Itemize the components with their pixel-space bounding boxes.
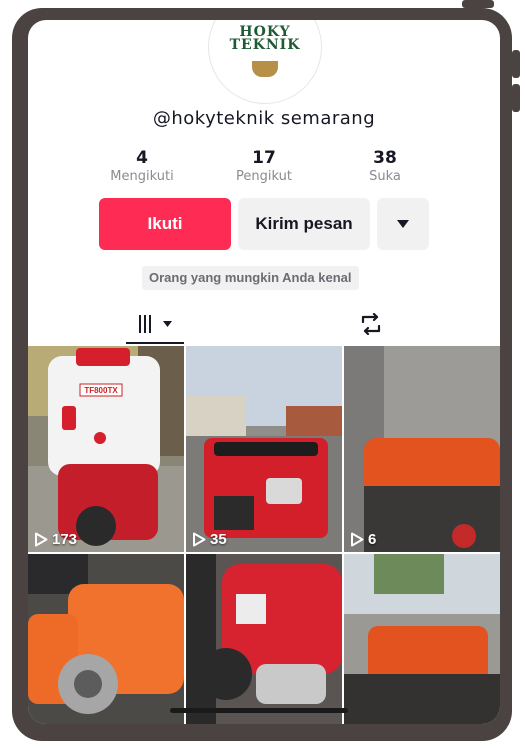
- suggested-accounts-label[interactable]: Orang yang mungkin Anda kenal: [142, 266, 359, 290]
- stat-followers[interactable]: 17 Pengikut: [214, 148, 314, 184]
- username: @hokyteknik semarang: [152, 108, 376, 129]
- power-button: [512, 50, 520, 78]
- chevron-down-icon: [397, 220, 409, 228]
- play-icon: [35, 532, 48, 547]
- video-grid: TF800TX 173 35 6: [28, 346, 500, 724]
- more-options-button[interactable]: [377, 198, 429, 250]
- video-tile[interactable]: [28, 554, 184, 724]
- message-button[interactable]: Kirim pesan: [238, 198, 370, 250]
- view-count: 173: [34, 531, 77, 548]
- tab-videos[interactable]: [126, 306, 184, 344]
- avatar[interactable]: HOKY TEKNIK: [208, 20, 322, 104]
- stat-following-value: 4: [136, 148, 148, 168]
- home-indicator[interactable]: [170, 708, 348, 713]
- view-count-value: 173: [52, 531, 78, 548]
- video-thumbnail: [344, 346, 500, 552]
- play-icon: [351, 532, 364, 547]
- video-tile[interactable]: [186, 554, 342, 724]
- top-button: [462, 0, 494, 8]
- tab-reposts[interactable]: [346, 306, 396, 342]
- video-tile[interactable]: 35: [186, 346, 342, 552]
- view-count: 35: [192, 531, 227, 548]
- stat-followers-label: Pengikut: [236, 169, 292, 184]
- stat-likes: 38 Suka: [335, 148, 435, 184]
- grid-icon: [139, 315, 151, 333]
- repost-icon: [361, 313, 381, 335]
- view-count-value: 6: [368, 531, 377, 548]
- stat-following-label: Mengikuti: [110, 169, 174, 184]
- stat-likes-label: Suka: [369, 169, 401, 184]
- product-label: TF800TX: [84, 386, 118, 395]
- profile-screen: HOKY TEKNIK @hokyteknik semarang 4 Mengi…: [28, 20, 500, 724]
- play-icon: [193, 532, 206, 547]
- video-tile[interactable]: [344, 554, 500, 724]
- video-tile[interactable]: TF800TX 173: [28, 346, 184, 552]
- video-tile[interactable]: 6: [344, 346, 500, 552]
- brand-logo-line2: TEKNIK: [229, 37, 301, 53]
- stat-likes-value: 38: [373, 148, 397, 168]
- video-thumbnail: [344, 554, 500, 724]
- stat-following[interactable]: 4 Mengikuti: [92, 148, 192, 184]
- follow-button[interactable]: Ikuti: [99, 198, 231, 250]
- view-count: 6: [350, 531, 376, 548]
- brand-emblem-icon: [252, 61, 278, 77]
- video-thumbnail: [186, 346, 342, 552]
- chevron-down-icon: [163, 321, 172, 327]
- video-thumbnail: [28, 554, 184, 724]
- video-thumbnail: [186, 554, 342, 724]
- stat-followers-value: 17: [252, 148, 276, 168]
- volume-button: [512, 84, 520, 112]
- video-thumbnail: TF800TX: [28, 346, 184, 552]
- view-count-value: 35: [210, 531, 227, 548]
